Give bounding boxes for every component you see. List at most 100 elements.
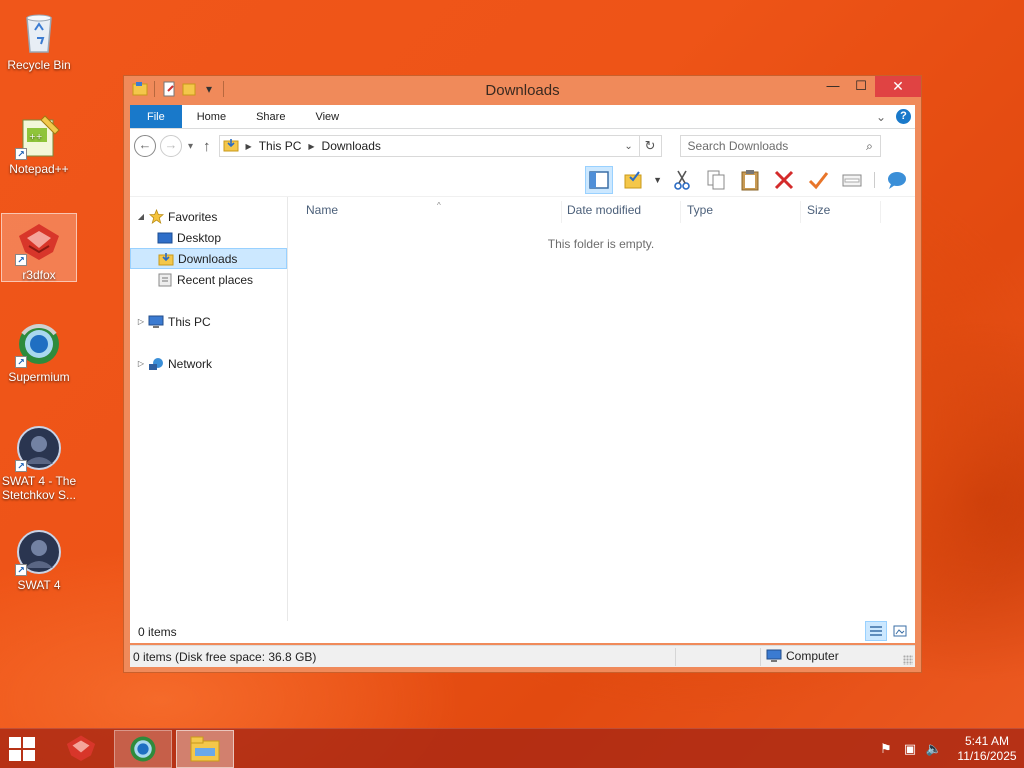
downloads-folder-icon bbox=[158, 251, 174, 267]
up-button[interactable]: ↑ bbox=[203, 138, 211, 155]
desktop-icon-supermium[interactable]: ↗ Supermium bbox=[1, 316, 77, 384]
shortcut-arrow-icon: ↗ bbox=[15, 254, 27, 266]
search-box: ⌕ bbox=[679, 135, 881, 157]
computer-icon bbox=[766, 649, 782, 662]
column-header-size[interactable]: Size bbox=[801, 201, 881, 223]
copy-button[interactable] bbox=[702, 166, 730, 194]
column-header-type[interactable]: Type bbox=[681, 201, 801, 223]
file-explorer-icon bbox=[190, 736, 220, 762]
expand-ribbon-chevron-icon[interactable]: ⌄ bbox=[876, 110, 886, 124]
action-center-flag-icon[interactable]: ⚑ bbox=[874, 737, 898, 761]
chat-button[interactable] bbox=[883, 166, 911, 194]
computer-icon bbox=[148, 314, 164, 330]
taskbar-file-explorer[interactable] bbox=[176, 730, 234, 768]
nav-item-recent-places[interactable]: Recent places bbox=[130, 269, 287, 290]
details-view-button[interactable] bbox=[865, 621, 887, 641]
desktop-icon-swat4[interactable]: ↗ SWAT 4 bbox=[1, 524, 77, 592]
desktop-icon-label: r3dfox bbox=[22, 268, 56, 282]
windows-logo-icon bbox=[23, 737, 35, 748]
address-bar[interactable]: ▶ This PC ▶ Downloads ⌄ bbox=[218, 135, 640, 157]
search-icon[interactable]: ⌕ bbox=[860, 139, 880, 154]
expand-arrow-icon[interactable]: ▷ bbox=[136, 317, 146, 326]
refresh-button[interactable]: ↻ bbox=[639, 135, 662, 157]
windows-logo-icon bbox=[23, 750, 35, 761]
desktop-icon-label: SWAT 4 bbox=[17, 578, 61, 592]
column-header-date-modified[interactable]: Date modified bbox=[561, 201, 681, 223]
rename-button[interactable] bbox=[804, 166, 832, 194]
navigation-bar: ← → ▾ ↑ ▶ This PC ▶ Downloads ⌄ ↻ ⌕ bbox=[130, 129, 915, 163]
tab-share[interactable]: Share bbox=[241, 105, 300, 128]
clock[interactable]: 5:41 AM 11/16/2025 bbox=[950, 734, 1024, 764]
forward-button[interactable]: → bbox=[160, 135, 182, 157]
explorer-window: ▾ Downloads — ☐ ✕ File Home Share View ⌄… bbox=[123, 75, 922, 673]
nav-item-downloads[interactable]: Downloads bbox=[130, 248, 287, 269]
breadcrumb-separator-icon[interactable]: ▶ bbox=[308, 142, 314, 151]
scissors-icon bbox=[674, 170, 690, 190]
network-status-icon[interactable]: ▣ bbox=[898, 737, 922, 761]
shortcut-arrow-icon: ↗ bbox=[15, 356, 27, 368]
address-dropdown-chevron-icon[interactable]: ⌄ bbox=[619, 141, 639, 152]
close-button[interactable]: ✕ bbox=[875, 76, 921, 97]
cut-button[interactable] bbox=[668, 166, 696, 194]
select-folder-button[interactable] bbox=[619, 166, 647, 194]
delete-x-icon bbox=[774, 170, 794, 190]
svg-text:++: ++ bbox=[29, 132, 42, 141]
nav-item-this-pc[interactable]: ▷ This PC bbox=[130, 311, 287, 332]
view-switcher bbox=[865, 621, 911, 641]
tab-view[interactable]: View bbox=[300, 105, 354, 128]
nav-label: Downloads bbox=[178, 251, 238, 266]
resize-grip-icon[interactable] bbox=[903, 655, 913, 665]
ribbon-right-controls: ⌄ ? bbox=[876, 105, 915, 128]
r3dfox-icon bbox=[66, 735, 96, 762]
recent-locations-chevron-icon[interactable]: ▾ bbox=[188, 141, 193, 152]
desktop-icon-label: Recycle Bin bbox=[7, 58, 71, 72]
breadcrumb-separator-icon[interactable]: ▶ bbox=[246, 142, 252, 151]
checkmark-icon bbox=[808, 172, 829, 190]
preview-pane-button[interactable] bbox=[585, 166, 614, 194]
nav-label: Recent places bbox=[177, 272, 254, 287]
file-list[interactable]: Name ^ Date modified Type Size This fold… bbox=[288, 197, 915, 643]
copy-icon bbox=[707, 170, 725, 190]
expand-arrow-icon[interactable]: ▷ bbox=[136, 359, 146, 368]
start-button[interactable] bbox=[8, 736, 38, 762]
select-dropdown-chevron-icon[interactable]: ▼ bbox=[653, 175, 662, 185]
windows-logo-icon bbox=[9, 737, 21, 748]
clock-time: 5:41 AM bbox=[964, 734, 1010, 748]
nav-item-desktop[interactable]: Desktop bbox=[130, 227, 287, 248]
desktop-icon-r3dfox[interactable]: ↗ r3dfox bbox=[1, 213, 77, 282]
nav-item-network[interactable]: ▷ Network bbox=[130, 353, 287, 374]
desktop-icon-notepad-plus-plus[interactable]: ++ ↗ Notepad++ bbox=[1, 108, 77, 176]
desktop-folder-icon bbox=[157, 230, 173, 246]
nav-label: This PC bbox=[168, 314, 211, 329]
minimize-button[interactable]: — bbox=[819, 76, 847, 97]
breadcrumb-downloads[interactable]: Downloads bbox=[322, 139, 381, 153]
tab-file[interactable]: File bbox=[130, 105, 182, 128]
search-input[interactable] bbox=[687, 139, 860, 153]
collapse-arrow-icon[interactable]: ◢ bbox=[136, 212, 146, 221]
nav-item-favorites[interactable]: ◢ Favorites bbox=[130, 206, 287, 227]
column-header-name[interactable]: Name ^ bbox=[300, 201, 562, 223]
content-area: ◢ Favorites Desktop Downloads Recent pla… bbox=[130, 197, 915, 643]
breadcrumb-this-pc[interactable]: This PC bbox=[259, 139, 302, 153]
back-button[interactable]: ← bbox=[134, 135, 156, 157]
paste-button[interactable] bbox=[736, 166, 764, 194]
large-icons-view-icon bbox=[893, 625, 907, 637]
ribbon-tab-bar: File Home Share View ⌄ ? bbox=[130, 105, 915, 129]
large-icons-view-button[interactable] bbox=[889, 621, 911, 641]
taskbar-r3dfox[interactable] bbox=[52, 730, 110, 768]
help-icon[interactable]: ? bbox=[896, 109, 911, 124]
properties-button[interactable] bbox=[838, 166, 866, 194]
supermium-icon: ↗ bbox=[15, 320, 63, 368]
title-bar[interactable]: ▾ Downloads — ☐ ✕ bbox=[124, 76, 921, 105]
item-count: 0 items bbox=[138, 625, 177, 639]
volume-muted-icon[interactable]: 🔈 bbox=[922, 737, 946, 761]
desktop-icon-recycle-bin[interactable]: Recycle Bin bbox=[1, 4, 77, 72]
status-disk-space: 0 items (Disk free space: 36.8 GB) bbox=[133, 650, 317, 664]
taskbar-supermium[interactable] bbox=[114, 730, 172, 768]
desktop-icon-swat4-stetchkov[interactable]: ↗ SWAT 4 - The Stetchkov S... bbox=[1, 420, 77, 502]
tab-home[interactable]: Home bbox=[182, 105, 241, 128]
star-icon bbox=[148, 209, 164, 225]
delete-button[interactable] bbox=[770, 166, 798, 194]
maximize-button[interactable]: ☐ bbox=[847, 76, 875, 97]
recent-places-icon bbox=[157, 272, 173, 288]
